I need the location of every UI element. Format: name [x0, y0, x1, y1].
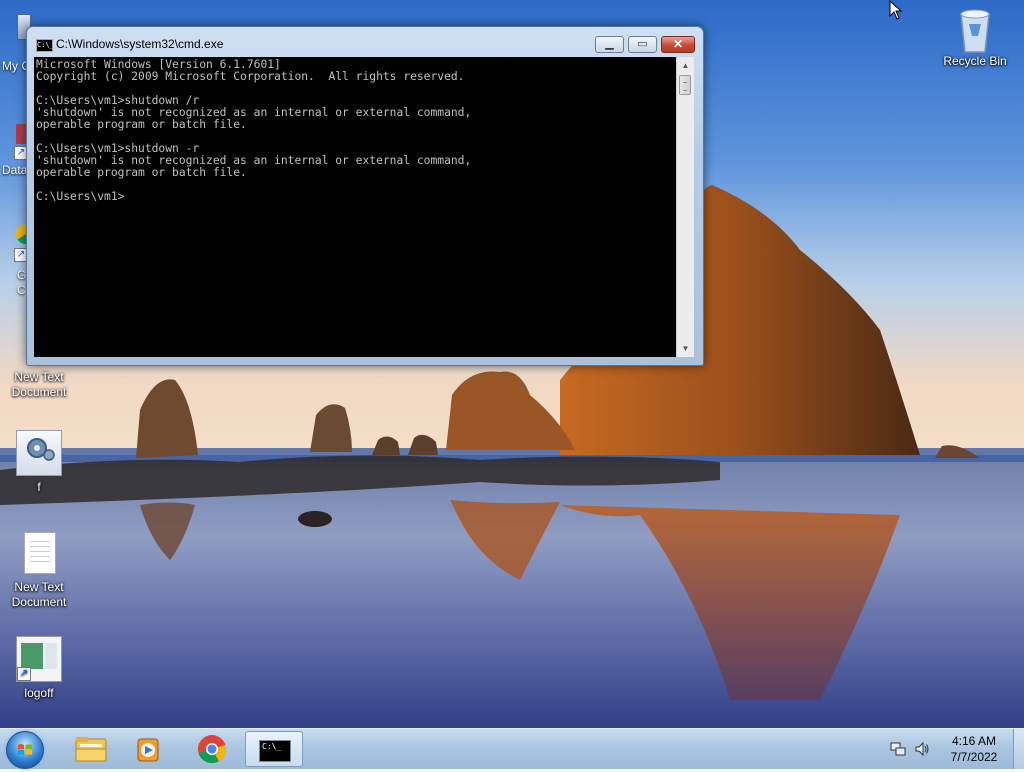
scroll-up-arrow-icon[interactable]: ▲ [677, 57, 694, 74]
new-text-document-2[interactable]: New Text Document [1, 532, 77, 610]
new-text-document-1-label: New Text Document [11, 370, 67, 399]
cmd-app-icon[interactable]: C:\_ [36, 39, 53, 52]
chrome-label-1: G [17, 268, 27, 282]
show-desktop-button[interactable] [1013, 729, 1024, 769]
minimize-button[interactable]: ▁ [595, 36, 624, 53]
recycle-bin-label: Recycle Bin [943, 54, 1007, 68]
scroll-thumb[interactable] [679, 75, 691, 95]
windows-logo-icon [18, 744, 32, 755]
logoff-shortcut[interactable]: ↗ logoff [1, 636, 77, 701]
system-clock[interactable]: 4:16 AM 7/7/2022 [938, 733, 1010, 765]
chrome-label-2: C [17, 283, 26, 297]
chrome-icon [198, 735, 227, 764]
recycle-bin-icon [953, 6, 997, 53]
clock-date: 7/7/2022 [950, 750, 998, 764]
recycle-bin[interactable]: Recycle Bin [937, 6, 1013, 69]
text-document-icon [22, 532, 56, 576]
scroll-down-arrow-icon[interactable]: ▼ [677, 340, 694, 357]
taskbar-google-chrome[interactable] [184, 731, 240, 767]
close-button[interactable]: ✕ [661, 36, 695, 53]
shortcut-arrow-icon: ↗ [17, 667, 31, 681]
cmd-window[interactable]: C:\_ C:\Windows\system32\cmd.exe ▁ ▭ ✕ M… [26, 26, 704, 366]
f-shortcut-label: f [37, 480, 41, 494]
clock-time: 4:16 AM [951, 734, 997, 748]
network-icon[interactable] [890, 741, 906, 757]
start-button[interactable] [6, 731, 44, 769]
data-shortcut-label: Data [2, 163, 28, 177]
console-output: Microsoft Windows [Version 6.1.7601] Cop… [36, 58, 472, 203]
folder-icon [75, 737, 107, 762]
cmd-icon-text: C:\_ [262, 742, 282, 751]
cmd-titlebar[interactable]: C:\_ C:\Windows\system32\cmd.exe ▁ ▭ ✕ [27, 27, 703, 57]
speaker-icon[interactable] [914, 741, 930, 757]
f-shortcut[interactable]: f [1, 430, 77, 495]
logoff-label: logoff [24, 686, 54, 700]
console-area[interactable]: Microsoft Windows [Version 6.1.7601] Cop… [34, 57, 676, 357]
taskbar-windows-media-player[interactable] [122, 731, 178, 767]
mouse-pointer-icon [889, 0, 903, 20]
settings-gear-icon [16, 430, 62, 476]
logoff-icon: ↗ [16, 636, 62, 682]
new-text-document-2-label: New Text Document [11, 580, 67, 609]
taskbar-command-prompt[interactable]: C:\_ [245, 731, 303, 767]
maximize-button[interactable]: ▭ [628, 36, 657, 53]
console-vertical-scrollbar[interactable]: ▲ ▼ [676, 57, 694, 357]
command-prompt-icon: C:\_ [259, 740, 291, 762]
taskbar-windows-explorer[interactable] [62, 731, 118, 767]
cmd-window-title: C:\Windows\system32\cmd.exe [56, 37, 224, 51]
media-player-icon [137, 738, 159, 762]
taskbar: C:\_ 4:16 AM 7/7/2022 [0, 728, 1024, 769]
